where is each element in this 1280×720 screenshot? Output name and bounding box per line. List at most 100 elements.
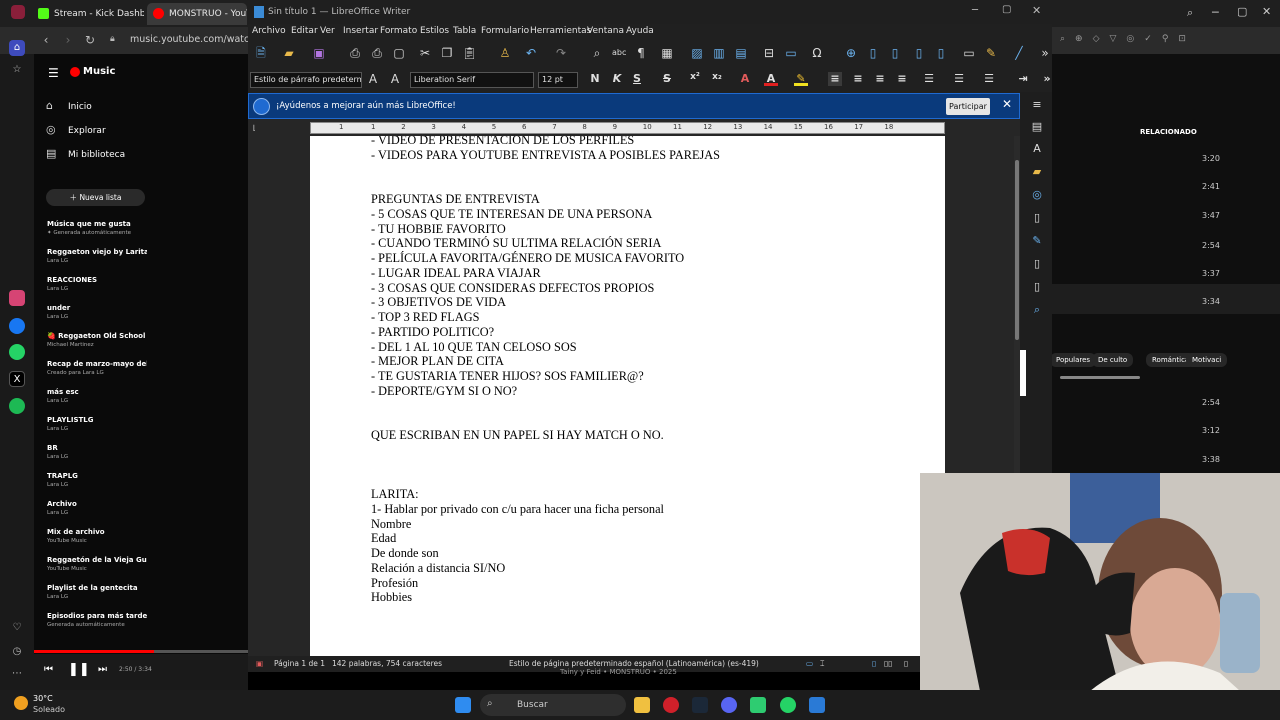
messenger-icon[interactable] — [9, 318, 25, 334]
menu-6[interactable]: Tabla — [453, 26, 476, 36]
document-line[interactable]: - TE GUSTARIA TENER HIJOS? SOS FAMILIER@… — [371, 369, 644, 383]
cut-icon[interactable]: ✂ — [418, 46, 432, 60]
footnote-icon[interactable]: ▯ — [866, 46, 880, 60]
font-name-combo[interactable]: Liberation Serif — [410, 72, 534, 88]
track-changes-icon[interactable]: ✎ — [984, 46, 998, 60]
tab-kick[interactable]: Stream - Kick Dashboard — [32, 3, 144, 25]
tab-youtube-music[interactable]: MONSTRUO - YouTube Music — [147, 3, 247, 25]
reload-icon[interactable]: ↻ — [82, 33, 98, 47]
weather-desc[interactable]: Soleado — [33, 705, 65, 714]
document-line[interactable]: Relación a distancia SI/NO — [371, 561, 505, 575]
close-icon[interactable]: ✕ — [1032, 4, 1041, 17]
heart-icon[interactable]: ♡ — [9, 620, 25, 636]
scrollbar-thumb[interactable] — [1015, 160, 1019, 340]
close-icon[interactable]: ✕ — [1262, 5, 1271, 18]
styles-icon[interactable]: A — [1030, 142, 1044, 156]
document-line[interactable]: Edad — [371, 531, 396, 545]
participar-button[interactable]: Participar — [946, 98, 990, 115]
copy-icon[interactable]: ❐ — [440, 46, 454, 60]
menu-9[interactable]: Ventana — [587, 26, 624, 36]
paragraph-style-combo[interactable]: Estilo de párrafo predetermin — [250, 72, 362, 88]
align-right-icon[interactable]: ≡ — [873, 72, 887, 86]
book-view-icon[interactable]: ▯ — [904, 659, 908, 668]
font-size-combo[interactable]: 12 pt — [538, 72, 578, 88]
document-line[interactable]: - LUGAR IDEAL PARA VIAJAR — [371, 266, 541, 280]
maximize-icon[interactable]: ▢ — [1237, 5, 1247, 18]
whatsapp-icon[interactable] — [780, 697, 796, 713]
menu-8[interactable]: Herramientas — [530, 26, 591, 36]
nav-home[interactable]: ⌂ Inicio — [46, 99, 92, 112]
nav-explore[interactable]: ◎ Explorar — [46, 123, 106, 136]
weather-temp[interactable]: 30°C — [33, 694, 53, 703]
menu-3[interactable]: Insertar — [343, 26, 378, 36]
site-info-icon[interactable]: 🔒︎ — [110, 34, 115, 44]
bookmark-icon[interactable]: ▯ — [912, 46, 926, 60]
multi-page-view-icon[interactable]: ▯▯ — [884, 659, 892, 668]
playlist-item[interactable]: más esc Lara LG — [47, 388, 147, 404]
find-icon[interactable]: ⌕ — [1030, 303, 1044, 317]
whatsapp-icon[interactable] — [9, 344, 25, 360]
playlist-item[interactable]: Reggaetón de la Vieja Guardia YouTube Mus… — [47, 556, 147, 572]
document-line[interactable]: - VIDEOS PARA YOUTUBE ENTREVISTA A POSIB… — [371, 148, 720, 162]
status-page-style[interactable]: Estilo de página predeterminado — [509, 659, 632, 668]
search-icon[interactable]: ⌕ — [1187, 6, 1193, 20]
nav-library[interactable]: ▤ Mi biblioteca — [46, 147, 125, 160]
hyperlink-icon[interactable]: ⊕ — [844, 46, 858, 60]
more-icon[interactable]: ⋯ — [9, 666, 25, 682]
export-pdf-icon[interactable]: ⎙ — [348, 46, 362, 60]
text-box-icon[interactable]: ▤ — [734, 46, 748, 60]
spelling-icon[interactable]: abc — [612, 46, 626, 60]
align-center-icon[interactable]: ≡ — [851, 72, 865, 86]
chip-scrollbar[interactable] — [1060, 376, 1140, 379]
x-icon[interactable]: X — [9, 371, 25, 387]
tab-stop-icon[interactable]: ⌊ — [253, 124, 256, 132]
previous-icon[interactable]: ⏮ — [44, 664, 53, 675]
app-icon[interactable] — [750, 697, 766, 713]
history-icon[interactable]: ◷ — [9, 644, 25, 660]
writer-taskbar-icon[interactable] — [809, 697, 825, 713]
playlist-item[interactable]: PLAYLISTLG Lara LG — [47, 416, 147, 432]
status-words[interactable]: 142 palabras, 754 caracteres — [332, 659, 442, 668]
selection-mode-icon[interactable]: ▭ — [806, 659, 813, 668]
playlist-item[interactable]: REACCIONES Lara LG — [47, 276, 147, 292]
document-line[interactable]: De donde son — [371, 546, 439, 560]
redo-icon[interactable]: ↷ — [554, 46, 568, 60]
comment-icon[interactable]: ▭ — [962, 46, 976, 60]
playlist-item[interactable]: Mix de archivo YouTube Music — [47, 528, 147, 544]
insert-chart-icon[interactable]: ▥ — [712, 46, 726, 60]
document-line[interactable]: - TU HOBBIE FAVORITO — [371, 222, 506, 236]
document-line[interactable]: 1- Hablar por privado con c/u para hacer… — [371, 502, 664, 516]
page-break-icon[interactable]: ⊟ — [762, 46, 776, 60]
toolbar-overflow-icon[interactable]: » — [1040, 72, 1054, 86]
highlight-icon[interactable]: ✎ — [794, 72, 808, 86]
playlist-item[interactable]: Playlist de la gentecita Lara LG — [47, 584, 147, 600]
special-character-icon[interactable]: Ω — [810, 46, 824, 60]
menu-7[interactable]: Formulario — [481, 26, 529, 36]
browser-profile-icon[interactable] — [11, 5, 25, 19]
insert-image-icon[interactable]: ▨ — [690, 46, 704, 60]
document-line[interactable]: Profesión — [371, 576, 418, 590]
print-preview-icon[interactable]: ▢ — [392, 46, 406, 60]
star-icon[interactable]: ☆ — [9, 62, 25, 78]
bullets-icon[interactable]: ☰ — [922, 72, 936, 86]
menu-10[interactable]: Ayuda — [626, 26, 654, 36]
document-line[interactable]: Hobbies — [371, 590, 412, 604]
document-line[interactable]: - MEJOR PLAN DE CITA — [371, 354, 504, 368]
playlist-item[interactable]: Recap de marzo-mayo del 25 Creado para La… — [47, 360, 147, 376]
formatting-marks-icon[interactable]: ¶ — [634, 46, 648, 60]
horizontal-ruler[interactable]: 1 1 2 3 4 5 6 7 8 9 10 11 12 13 14 15 16 17 18 — [310, 122, 945, 134]
opera-icon[interactable] — [663, 697, 679, 713]
document-line[interactable]: - DEL 1 AL 10 QUE TAN CELOSO SOS — [371, 340, 577, 354]
clone-formatting-icon[interactable]: ♙ — [498, 46, 512, 60]
strikethrough-icon[interactable]: S — [660, 72, 674, 86]
toolbar-overflow-icon[interactable]: » — [1038, 46, 1052, 60]
menu-1[interactable]: Editar — [291, 26, 318, 36]
spotify-icon[interactable] — [9, 398, 25, 414]
windows-start-icon[interactable] — [455, 697, 471, 713]
playlist-item[interactable]: Episodios para más tarde Generada automát… — [47, 612, 147, 628]
document-line[interactable]: - VIDEO DE PRESENTACIÓN DE LOS PERFILES — [371, 136, 634, 147]
document-line[interactable]: - PARTIDO POLITICO? — [371, 325, 494, 339]
insert-table-icon[interactable]: ▦ — [660, 46, 674, 60]
properties-icon[interactable]: ▤ — [1030, 120, 1044, 134]
document-line[interactable]: - PELÍCULA FAVORITA/GÉNERO DE MUSICA FAV… — [371, 251, 684, 265]
